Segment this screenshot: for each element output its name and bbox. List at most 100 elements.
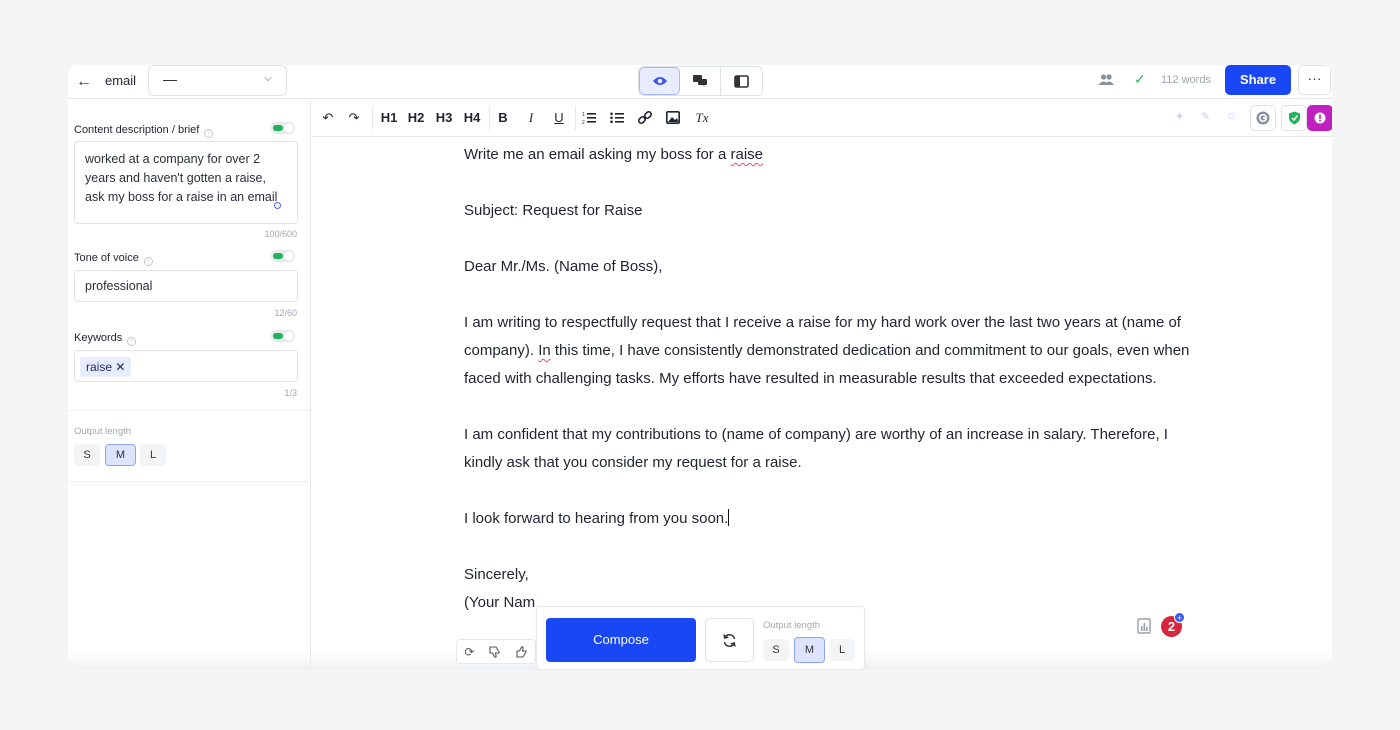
heading-3-button[interactable]: H3 (434, 108, 454, 128)
sidebar-toggle-button[interactable] (721, 67, 762, 95)
spellcheck-word[interactable]: In (538, 342, 551, 359)
bold-button[interactable]: B (495, 108, 511, 128)
word-count: 112 words (1161, 74, 1211, 86)
back-arrow-icon[interactable]: ← (74, 72, 94, 92)
grammar-icon (1256, 111, 1270, 125)
document-editor[interactable]: Write me an email asking my boss for a r… (464, 141, 1194, 617)
info-icon[interactable]: i (143, 257, 153, 266)
sidebar-divider (68, 410, 311, 411)
numbered-list-icon[interactable]: 12 (582, 111, 596, 125)
brief-toggle[interactable] (271, 122, 295, 134)
info-icon[interactable]: i (204, 129, 214, 138)
undo-icon[interactable]: ↶ (320, 108, 336, 128)
email-greeting: Dear Mr./Ms. (Name of Boss), (464, 258, 663, 275)
image-icon[interactable] (666, 111, 680, 124)
thumbs-down-icon[interactable] (489, 645, 501, 658)
output-length-m[interactable]: M (105, 444, 136, 466)
keywords-toggle[interactable] (271, 330, 295, 342)
eye-icon (652, 77, 667, 85)
comments-view-button[interactable] (680, 67, 721, 95)
view-mode-group (638, 66, 763, 96)
users-icon[interactable] (1098, 72, 1114, 88)
brief-textarea[interactable]: worked at a company for over 2 years and… (74, 141, 298, 224)
grammar-dot-icon (274, 202, 281, 209)
tone-toggle[interactable] (271, 250, 295, 262)
spellcheck-word[interactable]: raise (730, 146, 763, 163)
heading-2-button[interactable]: H2 (406, 108, 426, 128)
plagiarism-check-button[interactable] (1307, 105, 1332, 131)
email-signoff: Sincerely, (464, 566, 529, 583)
heading-4-button[interactable]: H4 (462, 108, 482, 128)
prompt-line-text: Write me an email asking my boss for a (464, 146, 731, 163)
output-length-label: Output length (74, 426, 132, 437)
underline-button[interactable]: U (551, 108, 567, 128)
shield-icon (1288, 111, 1300, 125)
check-icon: ✓ (1134, 71, 1146, 87)
compose-length-s[interactable]: S (763, 639, 789, 661)
toolbar-divider (372, 106, 373, 130)
alert-icon (1314, 112, 1326, 124)
compose-output-length-label: Output length (763, 620, 821, 631)
compose-button[interactable]: Compose (546, 618, 696, 662)
document-name: email (105, 73, 137, 88)
clear-format-button[interactable]: Tx (693, 108, 711, 128)
more-options-button[interactable]: ··· (1298, 65, 1331, 95)
brief-label-row: Content description / brief i (74, 124, 214, 138)
tone-label: Tone of voice (74, 252, 139, 264)
keyword-chip-label: raise (86, 360, 113, 374)
keyword-chip: raise ✕ (80, 357, 132, 377)
tone-input[interactable]: professional (74, 270, 298, 302)
template-select[interactable]: — ⌵ (148, 65, 287, 96)
italic-button[interactable]: I (523, 108, 539, 128)
settings-sidebar: Content description / brief i worked at a… (68, 100, 311, 670)
thumbs-up-icon[interactable] (516, 645, 528, 658)
regenerate-button[interactable] (705, 618, 754, 662)
output-length-l[interactable]: L (140, 444, 166, 466)
output-length-s[interactable]: S (74, 444, 100, 466)
template-select-value: — (163, 71, 177, 87)
preview-view-button[interactable] (639, 67, 680, 95)
link-icon[interactable] (638, 111, 652, 125)
pencil-icon[interactable]: ✎ (1201, 110, 1210, 123)
add-icon[interactable]: + (1174, 612, 1185, 623)
compose-panel: Compose Output length S M L (536, 606, 865, 670)
smile-icon[interactable]: ☺ (1226, 110, 1237, 122)
grammar-check-button[interactable] (1250, 105, 1276, 131)
formatting-toolbar: ↶ ↷ H1 H2 H3 H4 B I U 12 Tx ✦ ✎ ☺ (311, 100, 1332, 137)
prompt-line: Write me an email asking my boss for a r… (464, 141, 1194, 169)
top-bar: ← email — ⌵ ✓ 112 words Share ··· (68, 65, 1332, 99)
keywords-counter: 1/3 (284, 388, 297, 398)
text-cursor (728, 509, 730, 526)
heading-1-button[interactable]: H1 (379, 108, 399, 128)
toolbar-divider (575, 106, 576, 130)
share-button[interactable]: Share (1225, 65, 1291, 95)
toolbar-divider (489, 106, 490, 130)
tone-label-row: Tone of voice i (74, 252, 153, 266)
chevron-down-icon: ⌵ (264, 73, 272, 84)
tone-value: professional (85, 279, 153, 293)
sidebar-divider (68, 481, 311, 482)
bullet-list-icon[interactable] (610, 111, 624, 125)
sparkle-icon[interactable]: ✦ (1175, 110, 1184, 123)
document-stats-icon[interactable] (1136, 618, 1152, 634)
email-subject: Subject: Request for Raise (464, 202, 643, 219)
keywords-input[interactable]: raise ✕ (74, 350, 298, 382)
regenerate-small-icon[interactable]: ⟳ (464, 645, 474, 659)
security-check-button[interactable] (1281, 105, 1307, 131)
info-icon[interactable]: i (127, 337, 137, 346)
keywords-label-row: Keywords i (74, 332, 137, 346)
body-text: this time, I have consistently demonstra… (464, 342, 1190, 387)
keywords-label: Keywords (74, 332, 123, 344)
panel-icon (734, 74, 749, 88)
brief-counter: 100/600 (264, 229, 297, 239)
compose-length-l[interactable]: L (829, 639, 855, 661)
remove-keyword-icon[interactable]: ✕ (115, 360, 125, 374)
chat-icon (693, 75, 707, 87)
body-text: I look forward to hearing from you soon. (464, 510, 729, 527)
feedback-bar: ⟳ (456, 639, 536, 664)
compose-length-m[interactable]: M (794, 637, 825, 663)
svg-text:2: 2 (582, 120, 585, 125)
svg-text:1: 1 (582, 112, 585, 118)
email-body-paragraph: I look forward to hearing from you soon. (464, 505, 1194, 533)
redo-icon[interactable]: ↷ (346, 108, 362, 128)
